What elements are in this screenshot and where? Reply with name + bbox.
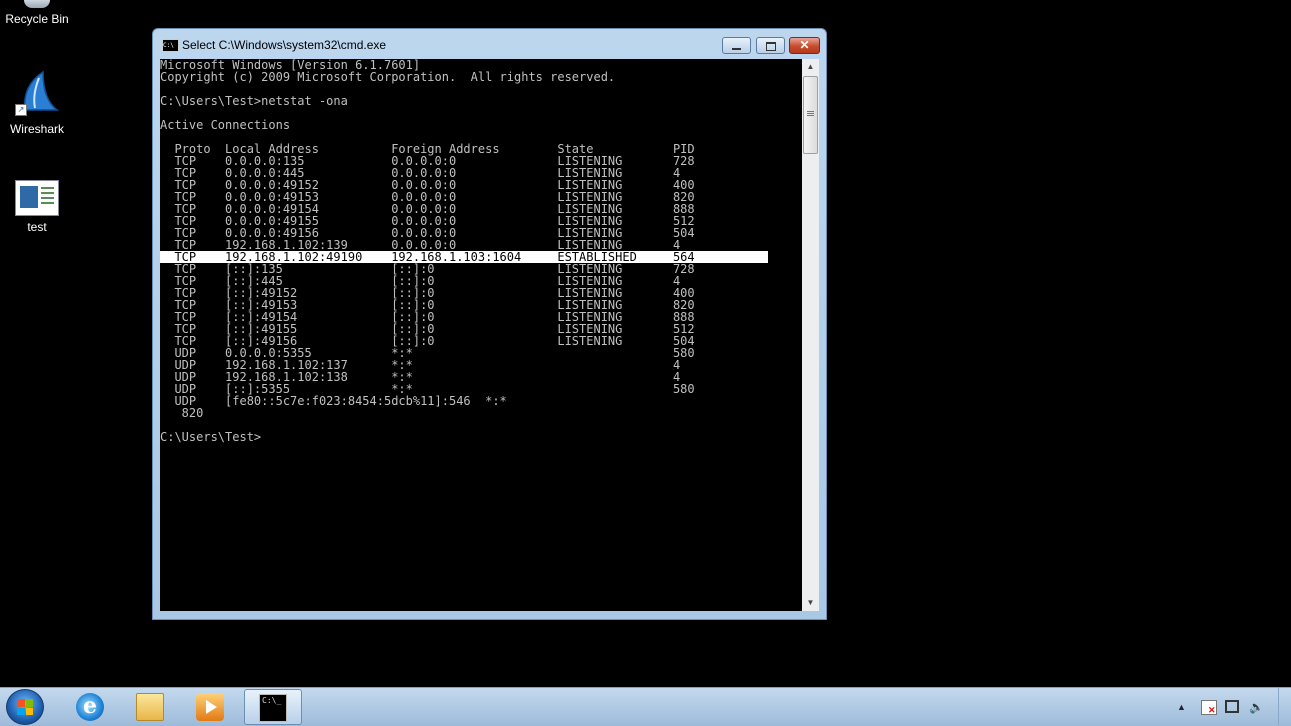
scroll-thumb[interactable] [803, 76, 818, 154]
vertical-scrollbar[interactable]: ▲ ▼ [802, 59, 819, 611]
maximize-icon [766, 42, 776, 51]
folder-icon [136, 693, 164, 721]
desktop-icon-label: test [27, 220, 47, 234]
console-output[interactable]: Microsoft Windows [Version 6.1.7601] Copy… [160, 59, 802, 611]
media-player-icon [196, 693, 224, 721]
taskbar: e C:\_ ▲ 🔈 [0, 687, 1291, 726]
console-text: Microsoft Windows [Version 6.1.7601] Copy… [160, 59, 802, 443]
internet-explorer-icon: e [76, 693, 104, 721]
connection-row: 820 [160, 406, 204, 420]
volume-icon[interactable]: 🔈 [1249, 700, 1264, 714]
console-line: C:\Users\Test>netstat -ona [160, 94, 348, 108]
desktop-icon-wireshark[interactable]: ↗ Wireshark [0, 70, 74, 136]
scroll-down-icon[interactable]: ▼ [802, 595, 819, 611]
cmd-icon: C:\ [162, 39, 179, 52]
title-bar[interactable]: C:\ Select C:\Windows\system32\cmd.exe ✕ [153, 29, 826, 59]
action-center-icon[interactable] [1201, 700, 1217, 716]
taskbar-media-player[interactable] [182, 689, 238, 725]
connection-row: UDP [fe80::5c7e:f023:8454:5dcb%11]:546 *… [160, 394, 507, 408]
desktop-icon-recycle-bin[interactable]: Recycle Bin [0, 0, 74, 26]
taskbar-cmd[interactable]: C:\_ [244, 689, 302, 725]
network-icon[interactable] [1225, 700, 1239, 713]
recycle-bin-icon [24, 0, 50, 8]
taskbar-internet-explorer[interactable]: e [62, 689, 118, 725]
system-tray: ▲ 🔈 [1171, 688, 1291, 725]
close-button[interactable]: ✕ [789, 37, 820, 54]
desktop-icon-test[interactable]: test [0, 180, 74, 234]
windows-logo-icon [17, 699, 33, 715]
wireshark-icon: ↗ [13, 70, 61, 118]
close-icon: ✕ [799, 38, 810, 52]
document-icon [15, 180, 59, 216]
minimize-button[interactable] [722, 37, 751, 54]
cmd-window[interactable]: C:\ Select C:\Windows\system32\cmd.exe ✕… [152, 28, 827, 620]
maximize-button[interactable] [756, 37, 785, 54]
console-line: C:\Users\Test> [160, 430, 262, 444]
console-line: Copyright (c) 2009 Microsoft Corporation… [160, 70, 616, 84]
taskbar-windows-explorer[interactable] [122, 689, 178, 725]
show-hidden-icons-icon[interactable]: ▲ [1177, 702, 1186, 712]
show-desktop-button[interactable] [1278, 688, 1291, 725]
minimize-icon [732, 48, 741, 50]
desktop-icon-label: Recycle Bin [5, 12, 69, 26]
shortcut-arrow-icon: ↗ [15, 104, 27, 116]
console-line: Active Connections [160, 118, 291, 132]
desktop-icon-label: Wireshark [9, 122, 64, 136]
cmd-icon: C:\_ [259, 694, 287, 722]
scroll-up-icon[interactable]: ▲ [802, 59, 819, 75]
start-button[interactable] [6, 689, 44, 725]
window-title: Select C:\Windows\system32\cmd.exe [182, 38, 387, 52]
